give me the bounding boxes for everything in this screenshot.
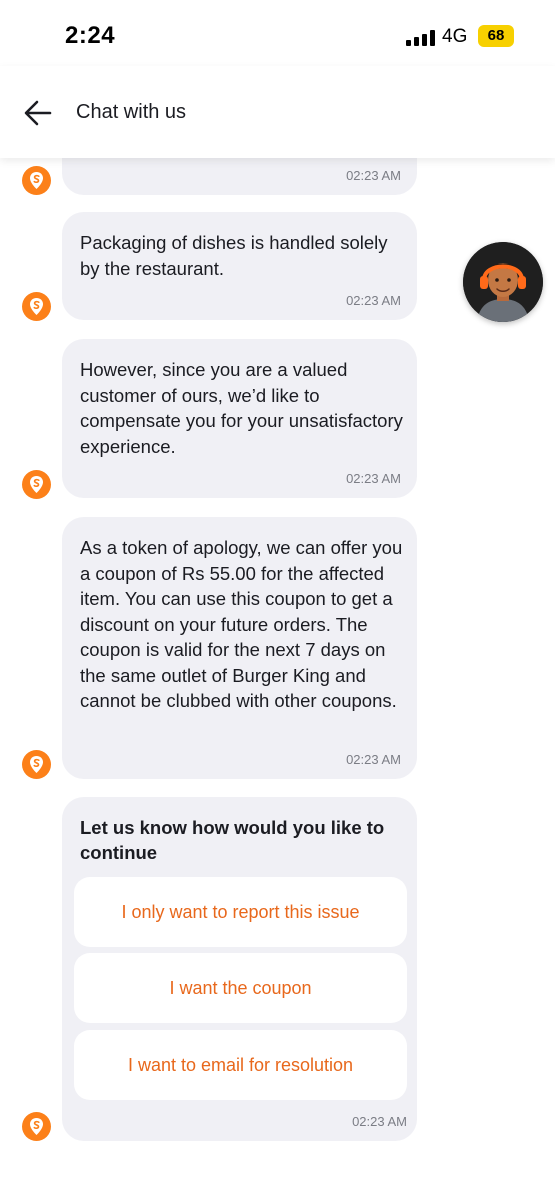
network-type: 4G	[442, 26, 468, 47]
signal-bars-icon	[406, 30, 436, 46]
option-want-coupon-button[interactable]: I want the coupon	[74, 953, 407, 1023]
message-bubble: Packaging of dishes is handled solely by…	[62, 212, 417, 320]
message-time: 02:23 AM	[346, 471, 401, 486]
message-bubble: However, since you are a valued customer…	[62, 339, 417, 498]
message-text: Packaging of dishes is handled solely by…	[80, 232, 388, 279]
message-bubble: As a token of apology, we can offer you …	[62, 517, 417, 779]
agent-face-icon	[463, 242, 543, 322]
message-time: 02:23 AM	[346, 752, 401, 767]
swiggy-logo-icon	[30, 172, 43, 189]
bot-avatar	[22, 166, 51, 195]
message-time: 02:23 AM	[346, 293, 401, 308]
message-text: As a token of apology, we can offer you …	[80, 537, 403, 711]
message-time: 02:23 AM	[346, 168, 401, 183]
message-text: However, since you are a valued customer…	[80, 359, 403, 457]
message-time: 02:23 AM	[352, 1114, 407, 1129]
swiggy-logo-icon	[30, 756, 43, 773]
swiggy-logo-icon	[30, 298, 43, 315]
option-email-resolution-button[interactable]: I want to email for resolution	[74, 1030, 407, 1100]
status-time: 2:24	[65, 22, 116, 49]
bot-avatar	[22, 292, 51, 321]
swiggy-logo-icon	[30, 1118, 43, 1135]
back-button[interactable]	[22, 98, 54, 128]
bot-avatar	[22, 470, 51, 499]
arrow-left-icon	[24, 100, 52, 126]
swiggy-logo-icon	[30, 476, 43, 493]
message-bubble: 02:23 AM	[62, 158, 417, 195]
status-bar: 2:24 4G 68	[0, 0, 555, 66]
bot-avatar	[22, 750, 51, 779]
battery-indicator: 68	[478, 25, 514, 47]
options-title: Let us know how would you like to contin…	[80, 817, 385, 863]
options-card: Let us know how would you like to contin…	[62, 797, 417, 1141]
bot-avatar	[22, 1112, 51, 1141]
chat-thread[interactable]: 02:23 AM Packaging of dishes is handled …	[0, 158, 555, 1200]
page-title: Chat with us	[76, 101, 187, 123]
chat-header: Chat with us	[0, 66, 555, 158]
option-report-issue-button[interactable]: I only want to report this issue	[74, 877, 407, 947]
support-agent-avatar[interactable]	[463, 242, 543, 322]
